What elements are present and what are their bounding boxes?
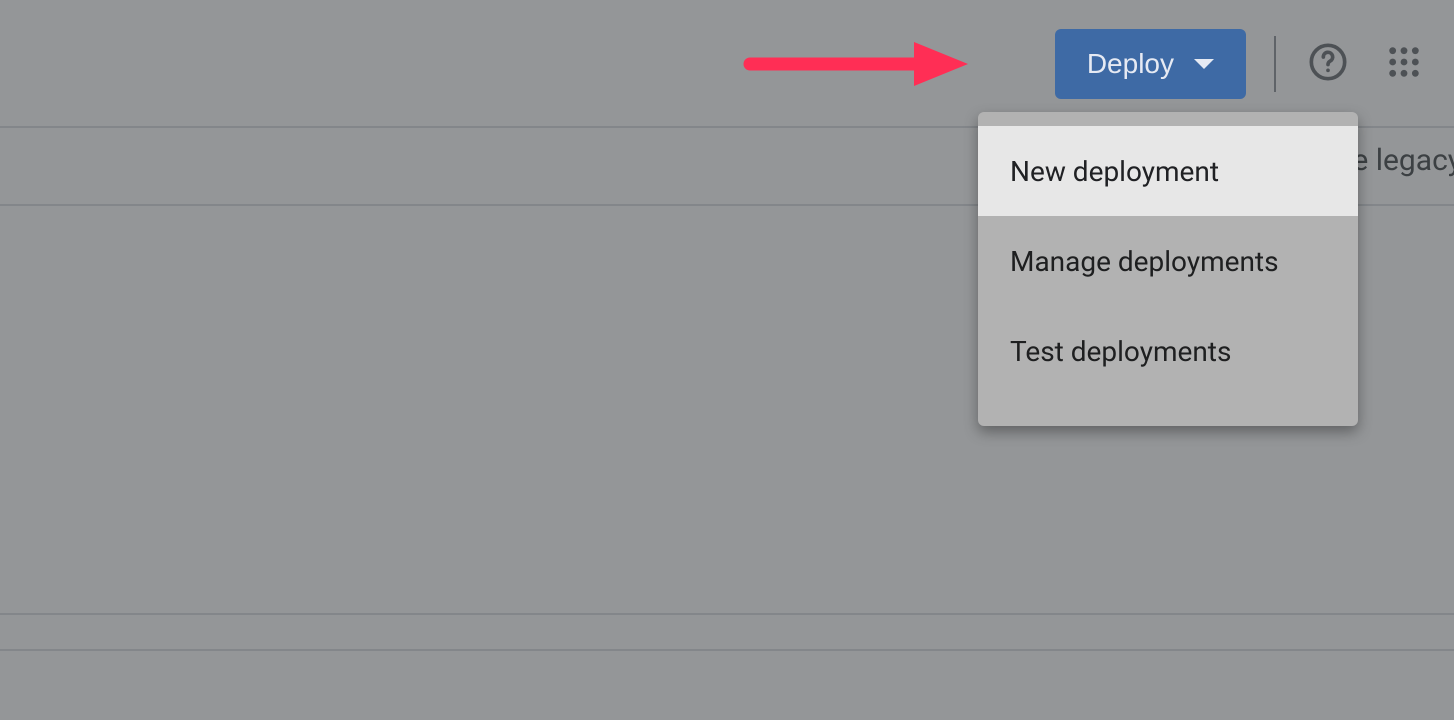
divider (0, 613, 1454, 615)
menu-item-label: Manage deployments (1010, 245, 1279, 278)
menu-item-new-deployment[interactable]: New deployment (978, 126, 1358, 216)
menu-item-test-deployments[interactable]: Test deployments (978, 306, 1358, 396)
menu-item-label: New deployment (1010, 155, 1219, 188)
toolbar: Deploy (0, 0, 1454, 128)
toolbar-separator (1274, 36, 1276, 92)
apps-grid-icon (1387, 45, 1421, 83)
deploy-menu: New deployment Manage deployments Test d… (978, 112, 1358, 426)
deploy-button[interactable]: Deploy (1055, 29, 1246, 99)
menu-item-label: Test deployments (1010, 335, 1231, 368)
help-button[interactable] (1304, 40, 1352, 88)
menu-item-manage-deployments[interactable]: Manage deployments (978, 216, 1358, 306)
legacy-banner-fragment: e legacy (1352, 143, 1454, 178)
apps-button[interactable] (1380, 40, 1428, 88)
help-icon (1308, 42, 1348, 86)
chevron-down-icon (1194, 59, 1214, 69)
divider (0, 649, 1454, 651)
deploy-button-label: Deploy (1087, 48, 1174, 80)
